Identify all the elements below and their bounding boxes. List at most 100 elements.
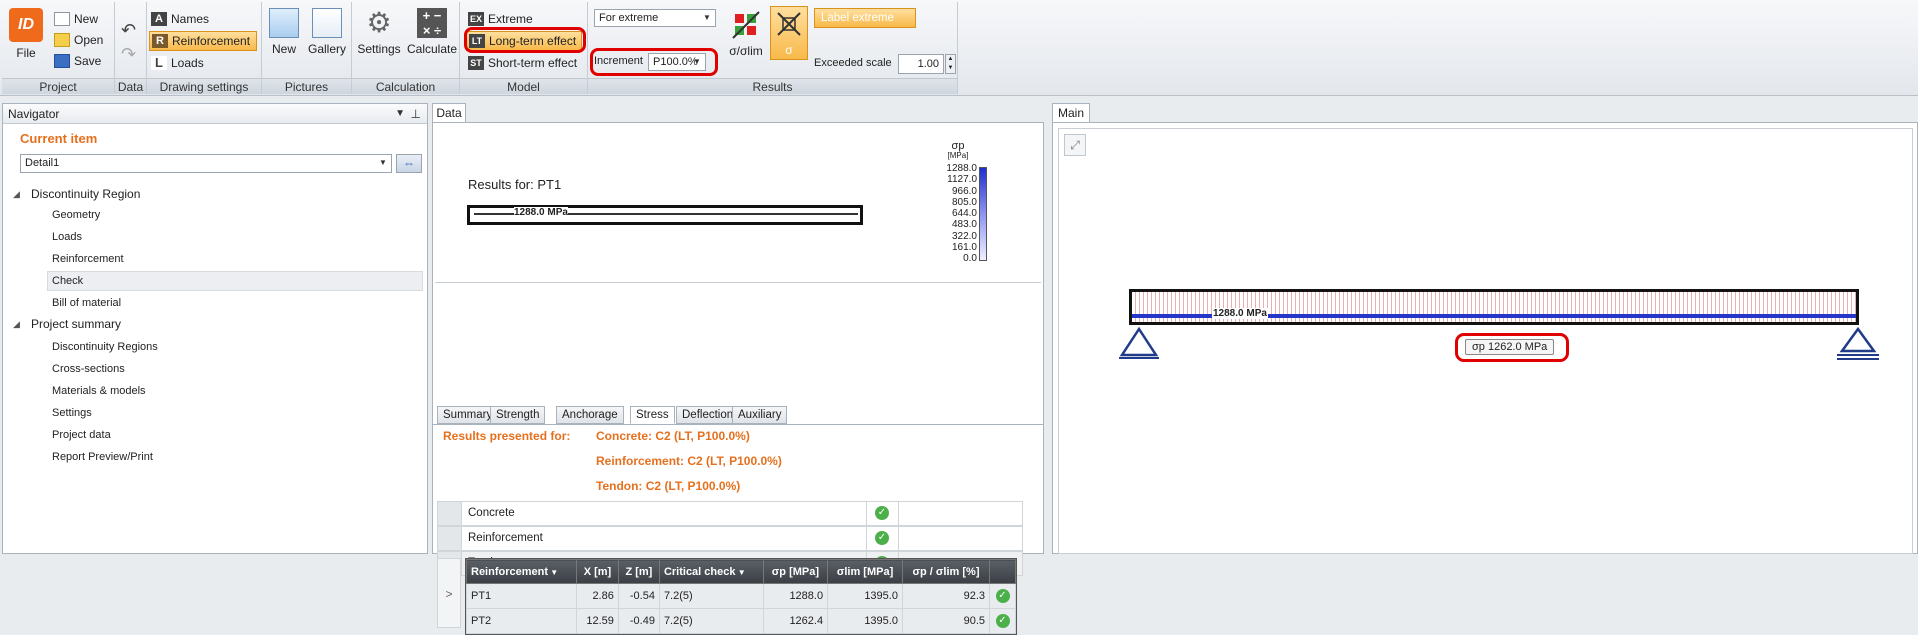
increment-select[interactable]: P100.0% ▼ <box>648 53 706 71</box>
redo-icon[interactable]: ↷ <box>121 44 136 65</box>
chevron-down-icon: ▼ <box>693 57 701 66</box>
table-header[interactable]: Z [m] <box>617 559 660 584</box>
ribbon: ID File New Open Save Project ↶ ↷ Data A… <box>0 0 1918 96</box>
calculate-button[interactable]: + − × ÷ Calculate <box>406 8 458 56</box>
check-row-label: Concrete <box>468 507 515 519</box>
sigma-lim-button[interactable]: σ/σlim <box>724 10 768 58</box>
gear-icon: ⚙ <box>366 7 392 38</box>
filter-icon[interactable]: ▼ <box>735 568 746 577</box>
tree-discontinuity-region[interactable]: Discontinuity Region <box>31 187 140 201</box>
table-header[interactable]: σlim [MPa] <box>827 559 903 584</box>
lt-badge-icon: LT <box>469 34 485 48</box>
new-picture-label: New <box>271 42 296 56</box>
tree-project-data[interactable]: Project data <box>52 429 111 441</box>
long-term-label: Long-term effect <box>489 34 577 48</box>
reinforcement-result: Reinforcement: C2 (LT, P100.0%) <box>596 454 782 468</box>
collapse-triangle-icon[interactable]: ◢ <box>13 319 20 330</box>
check-row[interactable]: Reinforcement ✓ <box>437 526 1023 551</box>
subtab-auxiliary[interactable]: Auxiliary <box>732 406 788 424</box>
row-header-cell <box>438 527 462 550</box>
tree-settings[interactable]: Settings <box>52 407 92 419</box>
save-project-button[interactable]: Save <box>54 52 101 70</box>
collapse-triangle-icon[interactable]: ◢ <box>13 189 20 200</box>
tree-cross-sections[interactable]: Cross-sections <box>52 363 125 375</box>
expand-row-toggle[interactable]: > <box>437 558 461 628</box>
row-header-cell <box>438 502 462 525</box>
exceeded-scale-spinner[interactable]: ▲ ▼ <box>945 54 956 74</box>
chevron-down-icon: ▼ <box>379 158 387 167</box>
table-header[interactable]: X [m] <box>576 559 619 584</box>
file-label: File <box>16 46 36 60</box>
navigator-header: Navigator ▼ ⊥ <box>3 104 427 124</box>
tree-check[interactable]: Check <box>52 275 83 287</box>
tree-bill-of-material[interactable]: Bill of material <box>52 297 121 309</box>
fullscreen-icon[interactable]: ⤢ <box>1064 134 1086 156</box>
tree-materials-models[interactable]: Materials & models <box>52 385 146 397</box>
check-row[interactable]: Concrete ✓ <box>437 501 1023 526</box>
open-project-button[interactable]: Open <box>54 31 103 49</box>
sigma-lim-label: σ/σlim <box>729 44 763 58</box>
long-term-effect-button[interactable]: LT Long-term effect <box>466 31 582 51</box>
letter-a-icon: A <box>151 12 167 26</box>
legend-value: 1127.0 <box>947 174 977 186</box>
add-item-icon[interactable]: ⇔ <box>396 154 422 173</box>
tree-loads[interactable]: Loads <box>52 231 82 243</box>
new-project-button[interactable]: New <box>54 10 98 28</box>
check-pass-icon: ✓ <box>995 589 1010 603</box>
navigator-dropdown-icon[interactable]: ▼ <box>395 104 405 124</box>
sigma-button[interactable]: σ <box>770 6 808 60</box>
table-cell: 90.5 <box>901 608 991 634</box>
filter-icon[interactable]: ▼ <box>548 568 558 577</box>
tree-check-selection <box>47 271 423 291</box>
gallery-button[interactable]: Gallery <box>304 8 350 56</box>
tree-report-preview[interactable]: Report Preview/Print <box>52 451 153 463</box>
undo-icon[interactable]: ↶ <box>121 20 136 41</box>
tab-main-label: Main <box>1057 106 1084 120</box>
sigma-label: σ <box>785 43 793 57</box>
subtab-stress[interactable]: Stress <box>630 406 675 424</box>
loads-toggle[interactable]: L Loads <box>151 54 204 72</box>
reinforcement-toggle[interactable]: R Reinforcement <box>149 31 257 51</box>
table-row[interactable]: PT1 2.86 -0.54 7.2(5) 1288.0 1395.0 92.3 ✓ <box>465 583 1016 609</box>
subtab-deflection[interactable]: Deflection <box>676 406 740 424</box>
subtab-strength[interactable]: Strength <box>490 406 546 424</box>
folder-icon <box>54 33 70 47</box>
result-mode-select[interactable]: For extreme ▼ <box>594 9 716 27</box>
label-extreme-toggle[interactable]: Label extreme <box>814 8 916 28</box>
tree-reinforcement[interactable]: Reinforcement <box>52 253 124 265</box>
current-item-select[interactable]: Detail1 ▼ <box>20 154 392 173</box>
settings-button[interactable]: ⚙ Settings <box>354 7 404 57</box>
letter-r-icon: R <box>152 34 168 48</box>
short-term-effect-button[interactable]: ST Short-term effect <box>468 54 577 72</box>
table-status-cell: ✓ <box>989 583 1016 609</box>
tree-geometry[interactable]: Geometry <box>52 209 100 221</box>
names-toggle[interactable]: A Names <box>151 10 209 28</box>
subtab-anchorage[interactable]: Anchorage <box>556 406 624 424</box>
tab-main[interactable]: Main <box>1052 103 1090 123</box>
table-header[interactable]: σp / σlim [%] <box>901 559 991 584</box>
extreme-label: Extreme <box>488 12 533 26</box>
table-cell: 7.2(5) <box>658 608 764 634</box>
tab-data[interactable]: Data <box>432 103 466 123</box>
settings-label: Settings <box>357 42 401 56</box>
group-drawing-settings: A Names R Reinforcement L Loads Drawing … <box>147 2 262 94</box>
table-header-label: Critical check <box>663 565 736 578</box>
file-button[interactable]: ID File <box>2 8 50 60</box>
table-header[interactable]: Critical check ▼ <box>658 559 764 584</box>
group-title-drawing: Drawing settings <box>147 78 261 94</box>
concrete-result: Concrete: C2 (LT, P100.0%) <box>596 429 750 443</box>
table-row[interactable]: PT2 12.59 -0.49 7.2(5) 1262.4 1395.0 90.5 ✓ <box>465 608 1016 634</box>
table-header[interactable]: Reinforcement ▼ <box>465 559 578 584</box>
new-picture-button[interactable]: New <box>264 8 304 56</box>
tree-ps-discontinuity-regions[interactable]: Discontinuity Regions <box>52 341 158 353</box>
exceeded-scale-value: 1.00 <box>917 58 939 70</box>
tree-project-summary[interactable]: Project summary <box>31 317 121 331</box>
table-header-label: σp [MPa] <box>771 565 820 578</box>
table-header[interactable]: σp [MPa] <box>762 559 829 584</box>
pin-icon[interactable]: ⊥ <box>411 104 421 124</box>
preview-area: Results for: PT1 1288.0 MPa σp [MPa] 128… <box>435 125 1041 283</box>
exceeded-scale-input[interactable]: 1.00 <box>898 54 944 74</box>
letter-l-icon: L <box>151 56 167 70</box>
tree-reinforcement-label: Reinforcement <box>52 253 124 265</box>
extreme-button[interactable]: EX Extreme <box>468 10 533 28</box>
